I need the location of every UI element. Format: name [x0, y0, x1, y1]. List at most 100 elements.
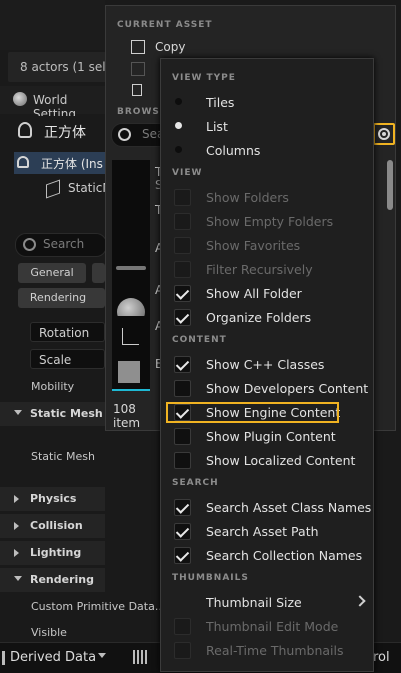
checkbox-show-empty-folders[interactable]	[174, 213, 191, 230]
section-rendering[interactable]: Rendering	[0, 568, 105, 592]
filter-chip-rendering[interactable]: Rendering	[18, 288, 98, 308]
grid-icon[interactable]	[133, 650, 147, 664]
static-mesh-component-row[interactable]: StaticM	[0, 178, 113, 200]
show-empty-folders-item[interactable]: Show Empty Folders	[206, 214, 333, 229]
details-search-placeholder: Search	[43, 237, 85, 251]
world-settings-tab[interactable]: World Setting	[0, 86, 105, 121]
component-instance-row[interactable]: 正方体 (Ins	[14, 152, 105, 174]
chevron-right-icon	[14, 522, 19, 530]
section-lighting[interactable]: Lighting	[0, 541, 105, 565]
view-type-columns[interactable]: Columns	[206, 143, 260, 158]
search-collection-names-item[interactable]: Search Collection Names	[206, 548, 362, 563]
scale-label: Scale	[39, 353, 72, 367]
view-header: VIEW	[172, 168, 203, 178]
section-physics-label: Physics	[30, 492, 77, 505]
copy-label: Copy	[155, 40, 186, 54]
actor-icon	[18, 122, 32, 138]
show-all-folder-item[interactable]: Show All Folder	[206, 286, 302, 301]
checkbox-organize-folders[interactable]	[174, 309, 191, 326]
checkbox-show-plugin-content[interactable]	[174, 428, 191, 445]
filter-chip-partial[interactable]	[92, 263, 105, 283]
checkbox-search-asset-path[interactable]	[174, 523, 191, 540]
checkbox-thumbnail-edit-mode[interactable]	[174, 618, 191, 635]
trash-icon	[132, 84, 142, 96]
show-developers-content-item[interactable]: Show Developers Content	[206, 381, 368, 396]
axis-mesh-preview	[122, 328, 139, 345]
show-cpp-classes-item[interactable]: Show C++ Classes	[206, 357, 324, 372]
checkbox-show-localized-content[interactable]	[174, 452, 191, 469]
radio-tiles[interactable]	[175, 98, 182, 105]
paste-icon	[131, 62, 145, 76]
filter-chip-partial[interactable]	[92, 288, 105, 308]
checkbox-show-all-folder[interactable]	[174, 285, 191, 302]
asset-thumbnail[interactable]	[112, 160, 150, 206]
organize-folders-item[interactable]: Organize Folders	[206, 310, 311, 325]
checkbox-show-favorites[interactable]	[174, 237, 191, 254]
details-search-input[interactable]: Search	[15, 233, 107, 257]
bottom-right-label: rol	[373, 650, 390, 665]
real-time-thumbnails-item[interactable]: Real-Time Thumbnails	[206, 643, 344, 658]
filter-chip-general[interactable]: General	[18, 263, 86, 283]
radio-list[interactable]	[175, 122, 182, 129]
settings-gear-button[interactable]	[373, 123, 395, 145]
section-collision[interactable]: Collision	[0, 514, 105, 538]
show-folders-item[interactable]: Show Folders	[206, 190, 289, 205]
globe-icon	[13, 92, 27, 106]
chevron-down-icon	[14, 410, 22, 415]
derived-data-icon	[2, 651, 5, 665]
view-type-header: VIEW TYPE	[172, 73, 236, 83]
actors-count-bar: 8 actors (1 sele	[8, 52, 113, 82]
checkmark-icon	[175, 524, 190, 538]
show-localized-content-item[interactable]: Show Localized Content	[206, 453, 355, 468]
checkbox-show-folders[interactable]	[174, 189, 191, 206]
asset-list-scrollbar[interactable]	[387, 160, 393, 210]
chevron-right-icon	[14, 495, 19, 503]
content-header: CONTENT	[172, 335, 227, 345]
plane-mesh-preview	[116, 266, 146, 270]
thumbnail-size-item[interactable]: Thumbnail Size	[206, 595, 302, 610]
engine-content-highlight	[166, 402, 339, 423]
show-plugin-content-item[interactable]: Show Plugin Content	[206, 429, 336, 444]
filter-recursively-item[interactable]: Filter Recursively	[206, 262, 313, 277]
asset-thumbnail[interactable]	[112, 204, 150, 250]
cube-mesh-preview	[118, 361, 140, 383]
chevron-down-icon[interactable]	[98, 653, 106, 658]
radio-columns[interactable]	[175, 146, 182, 153]
section-static-mesh[interactable]: Static Mesh	[0, 402, 105, 426]
show-favorites-item[interactable]: Show Favorites	[206, 238, 300, 253]
custom-primitive-label: Custom Primitive Data...	[31, 600, 160, 613]
search-icon	[118, 128, 131, 141]
rotation-dropdown[interactable]: Rotation	[30, 322, 105, 342]
checkbox-filter-recursively[interactable]	[174, 261, 191, 278]
copy-menu-item[interactable]: Copy	[155, 40, 185, 54]
search-asset-path-item[interactable]: Search Asset Path	[206, 524, 319, 539]
current-asset-header: CURRENT ASSET	[117, 20, 213, 30]
section-rendering-label: Rendering	[30, 573, 94, 586]
checkbox-search-collection-names[interactable]	[174, 547, 191, 564]
checkbox-show-cpp-classes[interactable]	[174, 356, 191, 373]
view-type-list[interactable]: List	[206, 119, 228, 134]
checkbox-search-asset-class-names[interactable]	[174, 499, 191, 516]
checkmark-icon	[175, 357, 190, 371]
section-static-mesh-label: Static Mesh	[30, 407, 103, 420]
checkmark-icon	[175, 310, 190, 324]
search-asset-class-names-item[interactable]: Search Asset Class Names	[206, 500, 371, 515]
checkbox-real-time-thumbnails[interactable]	[174, 642, 191, 659]
checkmark-icon	[175, 286, 190, 300]
mobility-label: Mobility	[31, 380, 75, 393]
section-lighting-label: Lighting	[30, 546, 82, 559]
checkmark-icon	[175, 500, 190, 514]
actors-count-text: 8 actors (1 sele	[20, 60, 113, 74]
asset-thumbnail[interactable]	[112, 355, 150, 391]
search-icon	[23, 238, 36, 251]
view-type-tiles[interactable]: Tiles	[206, 95, 234, 110]
thumbnail-edit-mode-item[interactable]: Thumbnail Edit Mode	[206, 619, 338, 634]
section-physics[interactable]: Physics	[0, 487, 105, 511]
actor-title: 正方体	[44, 125, 86, 141]
derived-data-label[interactable]: Derived Data	[10, 650, 96, 665]
scale-dropdown[interactable]: Scale	[30, 349, 105, 369]
search-header: SEARCH	[172, 478, 219, 488]
asset-thumbnail[interactable]	[112, 248, 150, 294]
checkbox-show-developers-content[interactable]	[174, 380, 191, 397]
section-collision-label: Collision	[30, 519, 83, 532]
